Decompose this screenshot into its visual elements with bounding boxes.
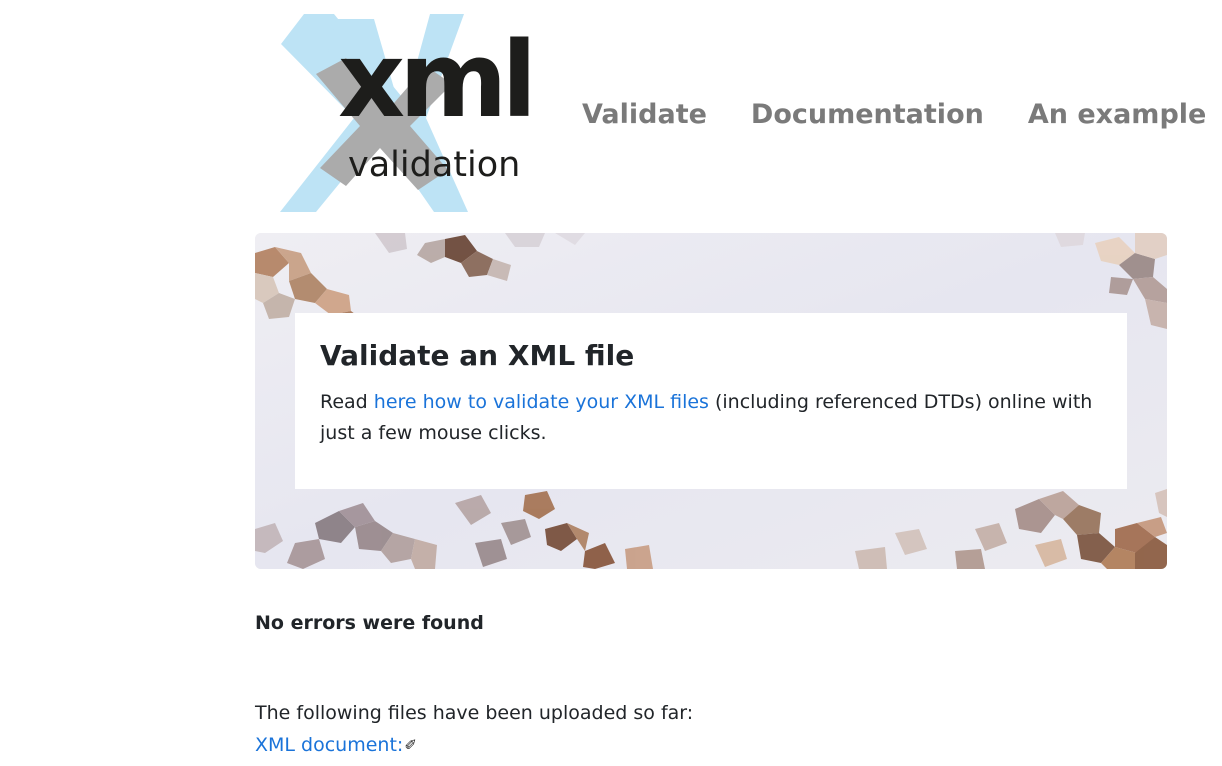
hero-title: Validate an XML file [320,339,635,372]
logo-word-validation: validation [348,145,521,185]
site-logo[interactable]: xml validation [276,14,537,219]
pencil-icon[interactable]: ✐ [404,736,417,754]
hero-banner: Validate an XML file Read here how to va… [255,233,1167,569]
hero-text-before: Read [320,391,374,413]
page: xml validation Validate Documentation An… [0,0,1222,766]
uploaded-files-intro: The following files have been uploaded s… [255,702,694,724]
hero-card: Validate an XML file Read here how to va… [295,313,1127,489]
xml-document-link[interactable]: XML document: ✐ [255,734,417,756]
validation-result: No errors were found [255,612,484,634]
nav-an-example[interactable]: An example [1028,96,1207,134]
logo-word-xml: xml [338,19,537,141]
nav-documentation[interactable]: Documentation [751,96,984,134]
hero-description: Read here how to validate your XML files… [320,387,1101,449]
xml-document-label: XML document: [255,734,404,756]
how-to-validate-link[interactable]: here how to validate your XML files [374,391,709,413]
main-nav: Validate Documentation An example [582,96,1206,134]
nav-validate[interactable]: Validate [582,96,707,134]
